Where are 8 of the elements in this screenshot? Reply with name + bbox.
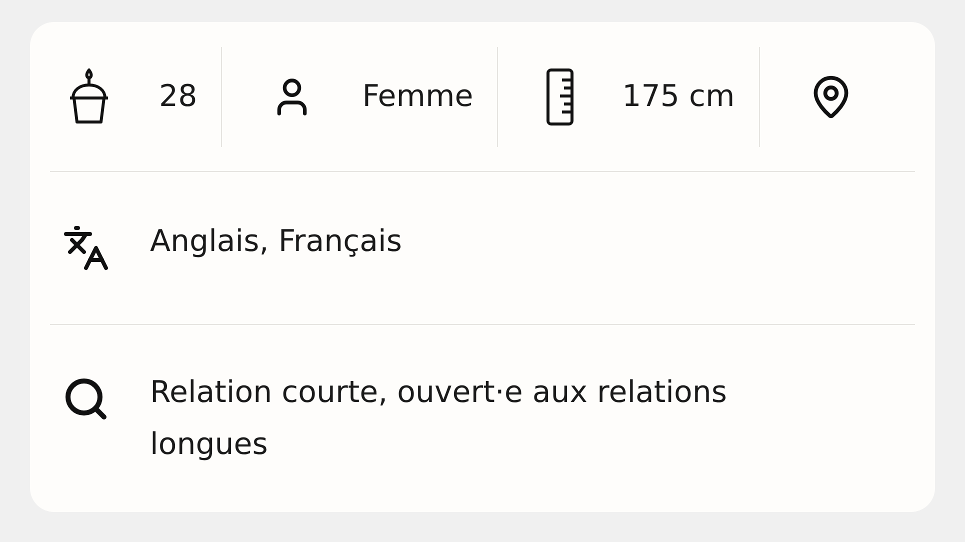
cupcake-icon bbox=[67, 68, 111, 126]
translate-icon bbox=[62, 224, 110, 272]
languages-text: Anglais, Français bbox=[150, 223, 402, 261]
ruler-icon bbox=[546, 68, 574, 126]
looking-for-text: Relation courte, ouvert·e aux relations longues bbox=[150, 374, 728, 464]
stat-value: 175 cm bbox=[622, 79, 735, 114]
stat-value: Femme bbox=[362, 79, 474, 114]
stat-value: 28 bbox=[159, 79, 198, 114]
